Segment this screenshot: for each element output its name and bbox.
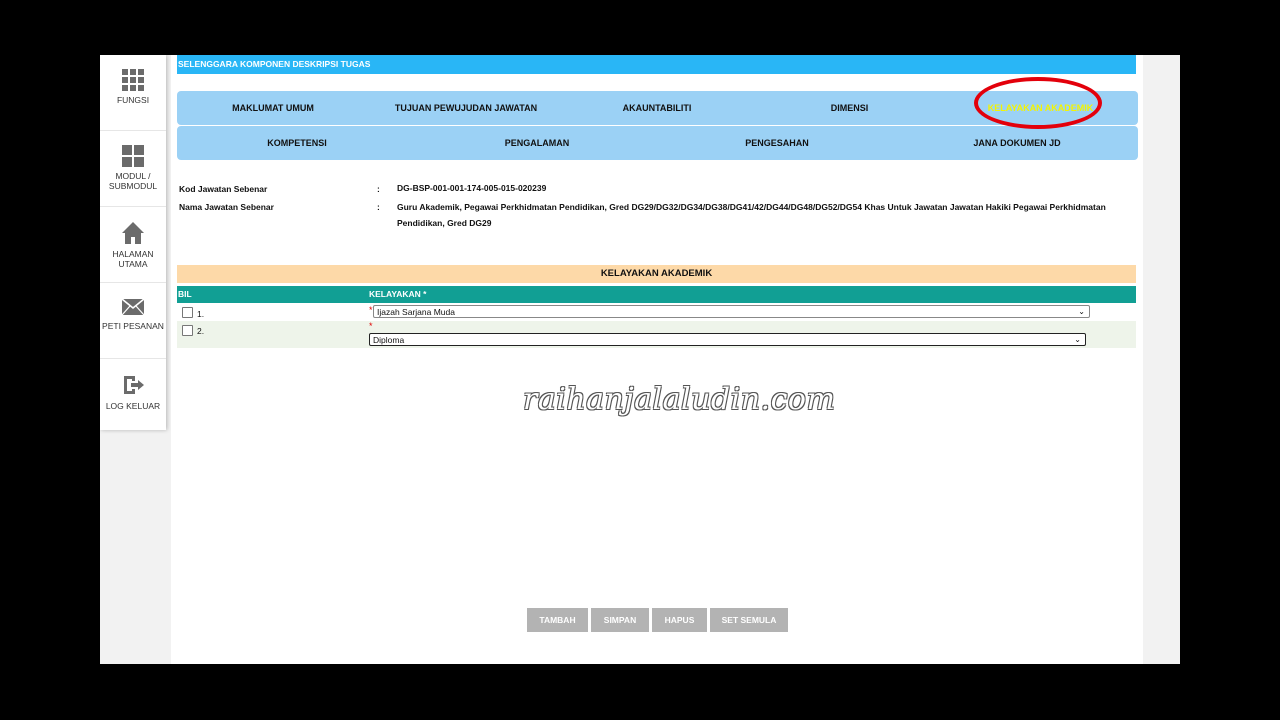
row-checkbox[interactable]	[182, 325, 193, 336]
sidebar-item-label: LOG KELUAR	[105, 401, 161, 411]
watermark: raihanjalaludin.com	[523, 382, 836, 417]
simpan-button[interactable]: SIMPAN	[591, 608, 649, 632]
sidebar: FUNGSI MODUL / SUBMODUL HALAMAN UTAMA PE…	[100, 55, 166, 430]
column-header-bil: BIL	[178, 289, 192, 299]
sidebar-item-peti-pesanan[interactable]: PETI PESANAN	[100, 283, 166, 359]
kod-jawatan-label: Kod Jawatan Sebenar	[179, 184, 268, 194]
app-screen: FUNGSI MODUL / SUBMODUL HALAMAN UTAMA PE…	[100, 55, 1180, 664]
tab-bar-primary: MAKLUMAT UMUM TUJUAN PEWUJUDAN JAWATAN A…	[177, 91, 1138, 125]
home-icon	[121, 221, 145, 245]
select-value: Ijazah Sarjana Muda	[377, 307, 455, 317]
kelayakan-select[interactable]: Diploma ⌄	[369, 333, 1086, 346]
chevron-down-icon: ⌄	[1078, 307, 1085, 316]
tambah-button[interactable]: TAMBAH	[527, 608, 588, 632]
required-marker: *	[369, 305, 373, 315]
sidebar-item-label: FUNGSI	[116, 95, 150, 105]
sidebar-item-modul[interactable]: MODUL / SUBMODUL	[100, 131, 166, 207]
main-panel: SELENGGARA KOMPONEN DESKRIPSI TUGAS MAKL…	[171, 55, 1143, 664]
kod-jawatan-value: DG-BSP-001-001-174-005-015-020239	[397, 183, 547, 193]
sidebar-item-label: PETI PESANAN	[102, 321, 164, 331]
table-row: 2. * Diploma ⌄	[177, 321, 1136, 348]
table-header: BIL KELAYAKAN *	[177, 286, 1136, 303]
select-value: Diploma	[373, 335, 405, 345]
section-title: KELAYAKAN AKADEMIK	[177, 265, 1136, 283]
tab-kompetensi[interactable]: KOMPETENSI	[207, 126, 387, 160]
table-row: 1. * Ijazah Sarjana Muda ⌄	[177, 304, 1136, 321]
kod-jawatan-colon: :	[377, 184, 380, 194]
tab-pengalaman[interactable]: PENGALAMAN	[447, 126, 627, 160]
sidebar-item-label: HALAMAN UTAMA	[112, 249, 154, 269]
tab-akauntabiliti[interactable]: AKAUNTABILITI	[577, 91, 737, 125]
sidebar-item-halaman-utama[interactable]: HALAMAN UTAMA	[100, 207, 166, 283]
tab-bar-secondary: KOMPETENSI PENGALAMAN PENGESAHAN JANA DO…	[177, 126, 1138, 160]
set-semula-button[interactable]: SET SEMULA	[710, 608, 788, 632]
sidebar-item-fungsi[interactable]: FUNGSI	[100, 55, 166, 131]
nama-jawatan-value-line2: Pendidikan, Gred DG29	[397, 218, 492, 228]
column-header-kelayakan: KELAYAKAN *	[369, 289, 427, 299]
chevron-down-icon: ⌄	[1074, 335, 1081, 344]
sidebar-item-label: MODUL / SUBMODUL	[108, 171, 158, 191]
tab-dimensi[interactable]: DIMENSI	[767, 91, 932, 125]
sidebar-item-log-keluar[interactable]: LOG KELUAR	[100, 359, 166, 435]
row-number: 2.	[197, 326, 205, 336]
page-title: SELENGGARA KOMPONEN DESKRIPSI TUGAS	[177, 55, 1136, 74]
tab-pengesahan[interactable]: PENGESAHAN	[687, 126, 867, 160]
tab-kelayakan-akademik[interactable]: KELAYAKAN AKADEMIK	[963, 91, 1118, 125]
tab-tujuan-pewujudan-jawatan[interactable]: TUJUAN PEWUJUDAN JAWATAN	[371, 91, 561, 125]
nama-jawatan-colon: :	[377, 202, 380, 212]
tab-jana-dokumen-jd[interactable]: JANA DOKUMEN JD	[927, 126, 1107, 160]
row-number: 1.	[197, 309, 205, 319]
kelayakan-select[interactable]: Ijazah Sarjana Muda ⌄	[373, 305, 1090, 318]
tab-maklumat-umum[interactable]: MAKLUMAT UMUM	[187, 91, 359, 125]
mail-icon	[121, 297, 145, 317]
required-marker: *	[369, 321, 373, 331]
modules-icon	[122, 145, 144, 167]
nama-jawatan-label: Nama Jawatan Sebenar	[179, 202, 274, 212]
grid-icon	[122, 69, 144, 91]
nama-jawatan-value-line1: Guru Akademik, Pegawai Perkhidmatan Pend…	[397, 202, 1106, 212]
logout-icon	[121, 373, 145, 397]
hapus-button[interactable]: HAPUS	[652, 608, 707, 632]
row-checkbox[interactable]	[182, 307, 193, 318]
